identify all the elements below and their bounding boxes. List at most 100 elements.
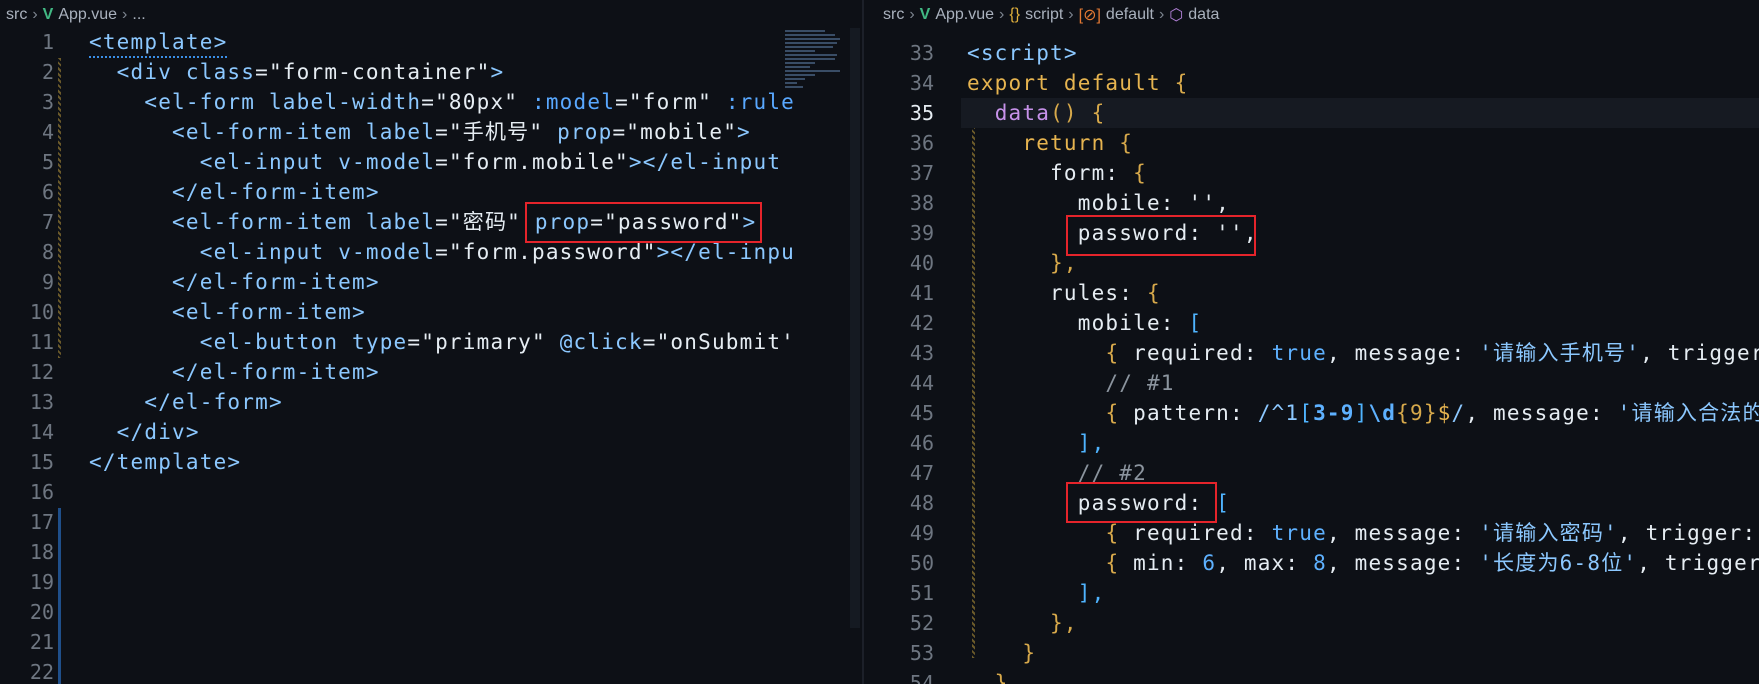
code-token: ], (967, 431, 1106, 455)
breadcrumb-file[interactable]: App.vue (58, 6, 117, 24)
breadcrumb-file[interactable]: App.vue (935, 6, 994, 24)
line-number: 4 (41, 120, 54, 144)
code-line[interactable]: 41 rules: { (864, 278, 1759, 308)
code-line[interactable]: 20 (0, 597, 862, 627)
code-token: v-model (338, 240, 436, 264)
code-line[interactable]: 22 (0, 657, 862, 684)
code-editor-left[interactable]: 1 <template> 2 <div class="form-container"… (0, 27, 862, 684)
code-token: class (185, 60, 256, 84)
code-token: [ (1188, 311, 1203, 335)
code-line[interactable]: 49 { required: true, message: '请输入密码', t… (864, 518, 1759, 548)
code-line[interactable]: 16 (0, 477, 862, 507)
editor-pane-left[interactable]: src › V App.vue › ... 1 <template> 2 <div … (0, 0, 862, 684)
code-token: = (255, 60, 269, 84)
line-number: 18 (29, 540, 54, 564)
code-token: { (1105, 401, 1120, 425)
code-line[interactable]: 15 </template> (0, 447, 862, 477)
code-line[interactable]: 18 (0, 537, 862, 567)
code-line[interactable]: 33 <script> (864, 38, 1759, 68)
code-line[interactable]: 10 <el-form-item> (0, 297, 862, 327)
code-token: '长度为6-8位' (1479, 551, 1638, 575)
code-line[interactable]: 38 mobile: '', (864, 188, 1759, 218)
code-line[interactable]: 39 password: '', (864, 218, 1759, 248)
breadcrumb-more[interactable]: ... (132, 6, 145, 24)
code-text: { min: 6, max: 8, message: '长度为6-8位', tr… (967, 548, 1759, 578)
code-text: ], (967, 428, 1105, 458)
line-number: 16 (29, 480, 54, 504)
code-line[interactable]: 40 }, (864, 248, 1759, 278)
code-line[interactable]: 42 mobile: [ (864, 308, 1759, 338)
breadcrumb-default[interactable]: default (1106, 6, 1154, 24)
code-token: 3-9 (1313, 401, 1355, 425)
code-token: '请输入手机号' (1479, 341, 1641, 365)
line-number: 53 (909, 641, 934, 665)
code-line[interactable]: 36 return { (864, 128, 1759, 158)
editor-pane-right[interactable]: src › V App.vue › {} script › [⊘] defaul… (864, 0, 1759, 684)
code-token: label-width (268, 90, 422, 114)
chevron-right-icon: › (909, 6, 915, 23)
code-line[interactable]: 3 <el-form label-width="80px" :model="fo… (0, 87, 862, 117)
line-number: 52 (909, 611, 934, 635)
code-line[interactable]: 21 (0, 627, 862, 657)
code-line[interactable]: 43 { required: true, message: '请输入手机号', … (864, 338, 1759, 368)
code-token: > (737, 120, 751, 144)
code-text: <div class="form-container"> (89, 57, 504, 87)
line-number: 54 (909, 671, 934, 684)
code-token: , trigger (1637, 551, 1759, 575)
code-token: <el-input (89, 150, 339, 174)
code-token: } (967, 671, 1009, 684)
code-line[interactable]: 4 <el-form-item label="手机号" prop="mobile… (0, 117, 862, 147)
code-line[interactable]: 52 }, (864, 608, 1759, 638)
code-line[interactable]: 54 } (864, 668, 1759, 684)
line-number: 49 (909, 521, 934, 545)
code-line[interactable]: 35 data() { (864, 98, 1759, 128)
code-line[interactable]: 53 } (864, 638, 1759, 668)
code-editor-right[interactable]: 33 <script> 34 export default {35 data() {3… (864, 38, 1759, 684)
code-token: { (1133, 161, 1147, 185)
code-line[interactable]: 5 <el-input v-model="form.mobile"></el-i… (0, 147, 862, 177)
breadcrumb-src[interactable]: src (883, 6, 904, 24)
code-line[interactable]: 48 password: [ (864, 488, 1759, 518)
code-token: \d (1368, 401, 1397, 425)
code-text: export default { (967, 68, 1189, 98)
code-text: rules: { (967, 278, 1161, 308)
breadcrumb-data[interactable]: data (1188, 6, 1219, 24)
code-line[interactable]: 13 </el-form> (0, 387, 862, 417)
breadcrumb-src[interactable]: src (6, 6, 27, 24)
code-token: {9} (1396, 401, 1438, 425)
code-text: <el-form-item> (89, 297, 366, 327)
code-token: , trigger: (1617, 521, 1757, 545)
code-line[interactable]: 17 (0, 507, 862, 537)
minimap[interactable] (785, 28, 845, 218)
code-token: = (435, 210, 449, 234)
code-line[interactable]: 11 <el-button type="primary" @click="onS… (0, 327, 862, 357)
line-number: 40 (909, 251, 934, 275)
breadcrumb-script[interactable]: script (1025, 6, 1063, 24)
chevron-right-icon: › (999, 6, 1005, 23)
code-line[interactable]: 47 // #2 (864, 458, 1759, 488)
code-token: { (1174, 71, 1189, 95)
code-line[interactable]: 46 ], (864, 428, 1759, 458)
highlight-box-rules-password (1066, 482, 1217, 523)
code-line[interactable]: 12 </el-form-item> (0, 357, 862, 387)
vertical-scrollbar[interactable] (850, 28, 860, 628)
code-line[interactable]: 2 <div class="form-container"> (0, 57, 862, 87)
line-number: 37 (909, 161, 934, 185)
code-line[interactable]: 45 { pattern: /^1[3-9]\d{9}$/, message: … (864, 398, 1759, 428)
code-line[interactable]: 50 { min: 6, max: 8, message: '长度为6-8位',… (864, 548, 1759, 578)
code-line[interactable]: 1 <template> (0, 27, 862, 57)
code-line[interactable]: 37 form: { (864, 158, 1759, 188)
code-token: { (1105, 551, 1120, 575)
code-line[interactable]: 9 </el-form-item> (0, 267, 862, 297)
code-line[interactable]: 51 ], (864, 578, 1759, 608)
code-line[interactable]: 34 export default { (864, 68, 1759, 98)
code-token: = (435, 240, 449, 264)
code-text: }, (967, 608, 1078, 638)
code-text: <el-form-item label="手机号" prop="mobile"> (89, 117, 751, 147)
code-line[interactable]: 19 (0, 567, 862, 597)
code-line[interactable]: 44 // #1 (864, 368, 1759, 398)
code-token: } (967, 641, 1037, 665)
code-token: 8 (1313, 551, 1327, 575)
code-line[interactable]: 14 </div> (0, 417, 862, 447)
code-text: data() { (967, 98, 1105, 128)
